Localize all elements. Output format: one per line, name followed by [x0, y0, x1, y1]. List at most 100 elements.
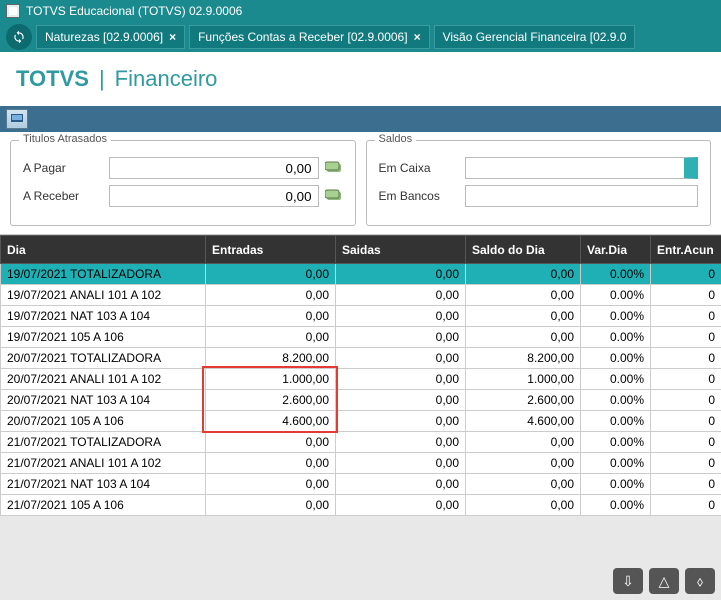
close-icon[interactable]: × — [169, 30, 176, 44]
table-row[interactable]: 19/07/2021 NAT 103 A 1040,000,000,000.00… — [1, 306, 721, 327]
cell-dia: 19/07/2021 105 A 106 — [1, 327, 206, 348]
cell-dia: 19/07/2021 ANALI 101 A 102 — [1, 285, 206, 306]
cell-var: 0.00% — [581, 285, 651, 306]
cell-var: 0.00% — [581, 348, 651, 369]
cell-ea: 0 — [651, 474, 721, 495]
data-grid[interactable]: Dia Entradas Saidas Saldo do Dia Var.Dia… — [0, 235, 721, 516]
cell-saldo: 0,00 — [466, 306, 581, 327]
cell-var: 0.00% — [581, 453, 651, 474]
col-saldo[interactable]: Saldo do Dia — [466, 236, 581, 264]
cell-dia: 20/07/2021 TOTALIZADORA — [1, 348, 206, 369]
brand-label: TOTVS — [16, 66, 89, 92]
cell-entradas: 0,00 — [206, 306, 336, 327]
close-icon[interactable]: × — [414, 30, 421, 44]
cell-entradas: 0,00 — [206, 285, 336, 306]
home-button[interactable] — [6, 24, 32, 50]
cell-var: 0.00% — [581, 495, 651, 516]
input-a-receber[interactable] — [109, 185, 319, 207]
header-separator: | — [99, 66, 105, 92]
window-titlebar: TOTVS Educacional (TOTVS) 02.9.0006 — [0, 0, 721, 22]
cell-saldo: 8.200,00 — [466, 348, 581, 369]
cell-saldo: 2.600,00 — [466, 390, 581, 411]
tab-label: Funções Contas a Receber [02.9.0006] — [198, 30, 407, 44]
cell-entradas: 0,00 — [206, 453, 336, 474]
cell-ea: 0 — [651, 411, 721, 432]
input-a-pagar[interactable] — [109, 157, 319, 179]
cell-entradas: 0,00 — [206, 432, 336, 453]
col-saidas[interactable]: Saidas — [336, 236, 466, 264]
cell-var: 0.00% — [581, 474, 651, 495]
tab-bar: Naturezas [02.9.0006] × Funções Contas a… — [0, 22, 721, 52]
cell-var: 0.00% — [581, 306, 651, 327]
money-icon — [325, 161, 343, 175]
cell-var: 0.00% — [581, 327, 651, 348]
label-em-caixa: Em Caixa — [379, 161, 459, 175]
cell-dia: 20/07/2021 105 A 106 — [1, 411, 206, 432]
panel-titulos-atrasados: Titulos Atrasados A Pagar A Receber — [10, 140, 356, 226]
cell-ea: 0 — [651, 390, 721, 411]
table-row[interactable]: 19/07/2021 105 A 1060,000,000,000.00%0 — [1, 327, 721, 348]
tab-visao[interactable]: Visão Gerencial Financeira [02.9.0 — [434, 25, 636, 49]
table-row[interactable]: 21/07/2021 NAT 103 A 1040,000,000,000.00… — [1, 474, 721, 495]
label-em-bancos: Em Bancos — [379, 189, 459, 203]
cell-ea: 0 — [651, 306, 721, 327]
tab-funcoes[interactable]: Funções Contas a Receber [02.9.0006] × — [189, 25, 429, 49]
grid-container: Dia Entradas Saidas Saldo do Dia Var.Dia… — [0, 235, 721, 516]
screen-button[interactable] — [6, 109, 28, 129]
cell-entradas: 4.600,00 — [206, 411, 336, 432]
cell-ea: 0 — [651, 432, 721, 453]
cell-saldo: 0,00 — [466, 474, 581, 495]
col-vardia[interactable]: Var.Dia — [581, 236, 651, 264]
input-em-bancos[interactable] — [465, 185, 699, 207]
input-em-caixa[interactable] — [465, 157, 699, 179]
tab-label: Visão Gerencial Financeira [02.9.0 — [443, 30, 627, 44]
table-row[interactable]: 21/07/2021 TOTALIZADORA0,000,000,000.00%… — [1, 432, 721, 453]
table-row[interactable]: 20/07/2021 NAT 103 A 1042.600,000,002.60… — [1, 390, 721, 411]
label-a-pagar: A Pagar — [23, 161, 103, 175]
cell-saidas: 0,00 — [336, 264, 466, 285]
cell-entradas: 0,00 — [206, 327, 336, 348]
share-button[interactable]: ⬨ — [685, 568, 715, 594]
download-button[interactable]: ⇩ — [613, 568, 643, 594]
cell-dia: 21/07/2021 NAT 103 A 104 — [1, 474, 206, 495]
cell-var: 0.00% — [581, 432, 651, 453]
cell-entradas: 1.000,00 — [206, 369, 336, 390]
tab-naturezas[interactable]: Naturezas [02.9.0006] × — [36, 25, 185, 49]
label-a-receber: A Receber — [23, 189, 103, 203]
cell-entradas: 0,00 — [206, 474, 336, 495]
refresh-icon — [12, 30, 26, 44]
floating-actions: ⇩ △ ⬨ — [613, 568, 715, 594]
cell-ea: 0 — [651, 495, 721, 516]
cell-saldo: 0,00 — [466, 495, 581, 516]
table-row[interactable]: 19/07/2021 TOTALIZADORA0,000,000,000.00%… — [1, 264, 721, 285]
cell-saidas: 0,00 — [336, 285, 466, 306]
col-entracun[interactable]: Entr.Acun — [651, 236, 721, 264]
table-row[interactable]: 20/07/2021 TOTALIZADORA8.200,000,008.200… — [1, 348, 721, 369]
cell-ea: 0 — [651, 453, 721, 474]
col-dia[interactable]: Dia — [1, 236, 206, 264]
col-entradas[interactable]: Entradas — [206, 236, 336, 264]
module-label: Financeiro — [115, 66, 218, 92]
cell-dia: 21/07/2021 ANALI 101 A 102 — [1, 453, 206, 474]
monitor-icon — [11, 114, 23, 124]
panel-saldos: Saldos Em Caixa Em Bancos — [366, 140, 712, 226]
cell-ea: 0 — [651, 348, 721, 369]
cell-dia: 20/07/2021 ANALI 101 A 102 — [1, 369, 206, 390]
page-header: TOTVS | Financeiro — [0, 52, 721, 106]
cell-saldo: 4.600,00 — [466, 411, 581, 432]
tab-label: Naturezas [02.9.0006] — [45, 30, 163, 44]
table-row[interactable]: 20/07/2021 105 A 1064.600,000,004.600,00… — [1, 411, 721, 432]
table-row[interactable]: 21/07/2021 ANALI 101 A 1020,000,000,000.… — [1, 453, 721, 474]
cell-ea: 0 — [651, 327, 721, 348]
cell-saldo: 0,00 — [466, 264, 581, 285]
table-row[interactable]: 19/07/2021 ANALI 101 A 1020,000,000,000.… — [1, 285, 721, 306]
summary-panels: Titulos Atrasados A Pagar A Receber Sald… — [0, 132, 721, 235]
cell-saldo: 1.000,00 — [466, 369, 581, 390]
table-row[interactable]: 20/07/2021 ANALI 101 A 1021.000,000,001.… — [1, 369, 721, 390]
cell-saidas: 0,00 — [336, 432, 466, 453]
cell-saidas: 0,00 — [336, 369, 466, 390]
table-row[interactable]: 21/07/2021 105 A 1060,000,000,000.00%0 — [1, 495, 721, 516]
cell-saidas: 0,00 — [336, 390, 466, 411]
upload-button[interactable]: △ — [649, 568, 679, 594]
cell-dia: 21/07/2021 105 A 106 — [1, 495, 206, 516]
